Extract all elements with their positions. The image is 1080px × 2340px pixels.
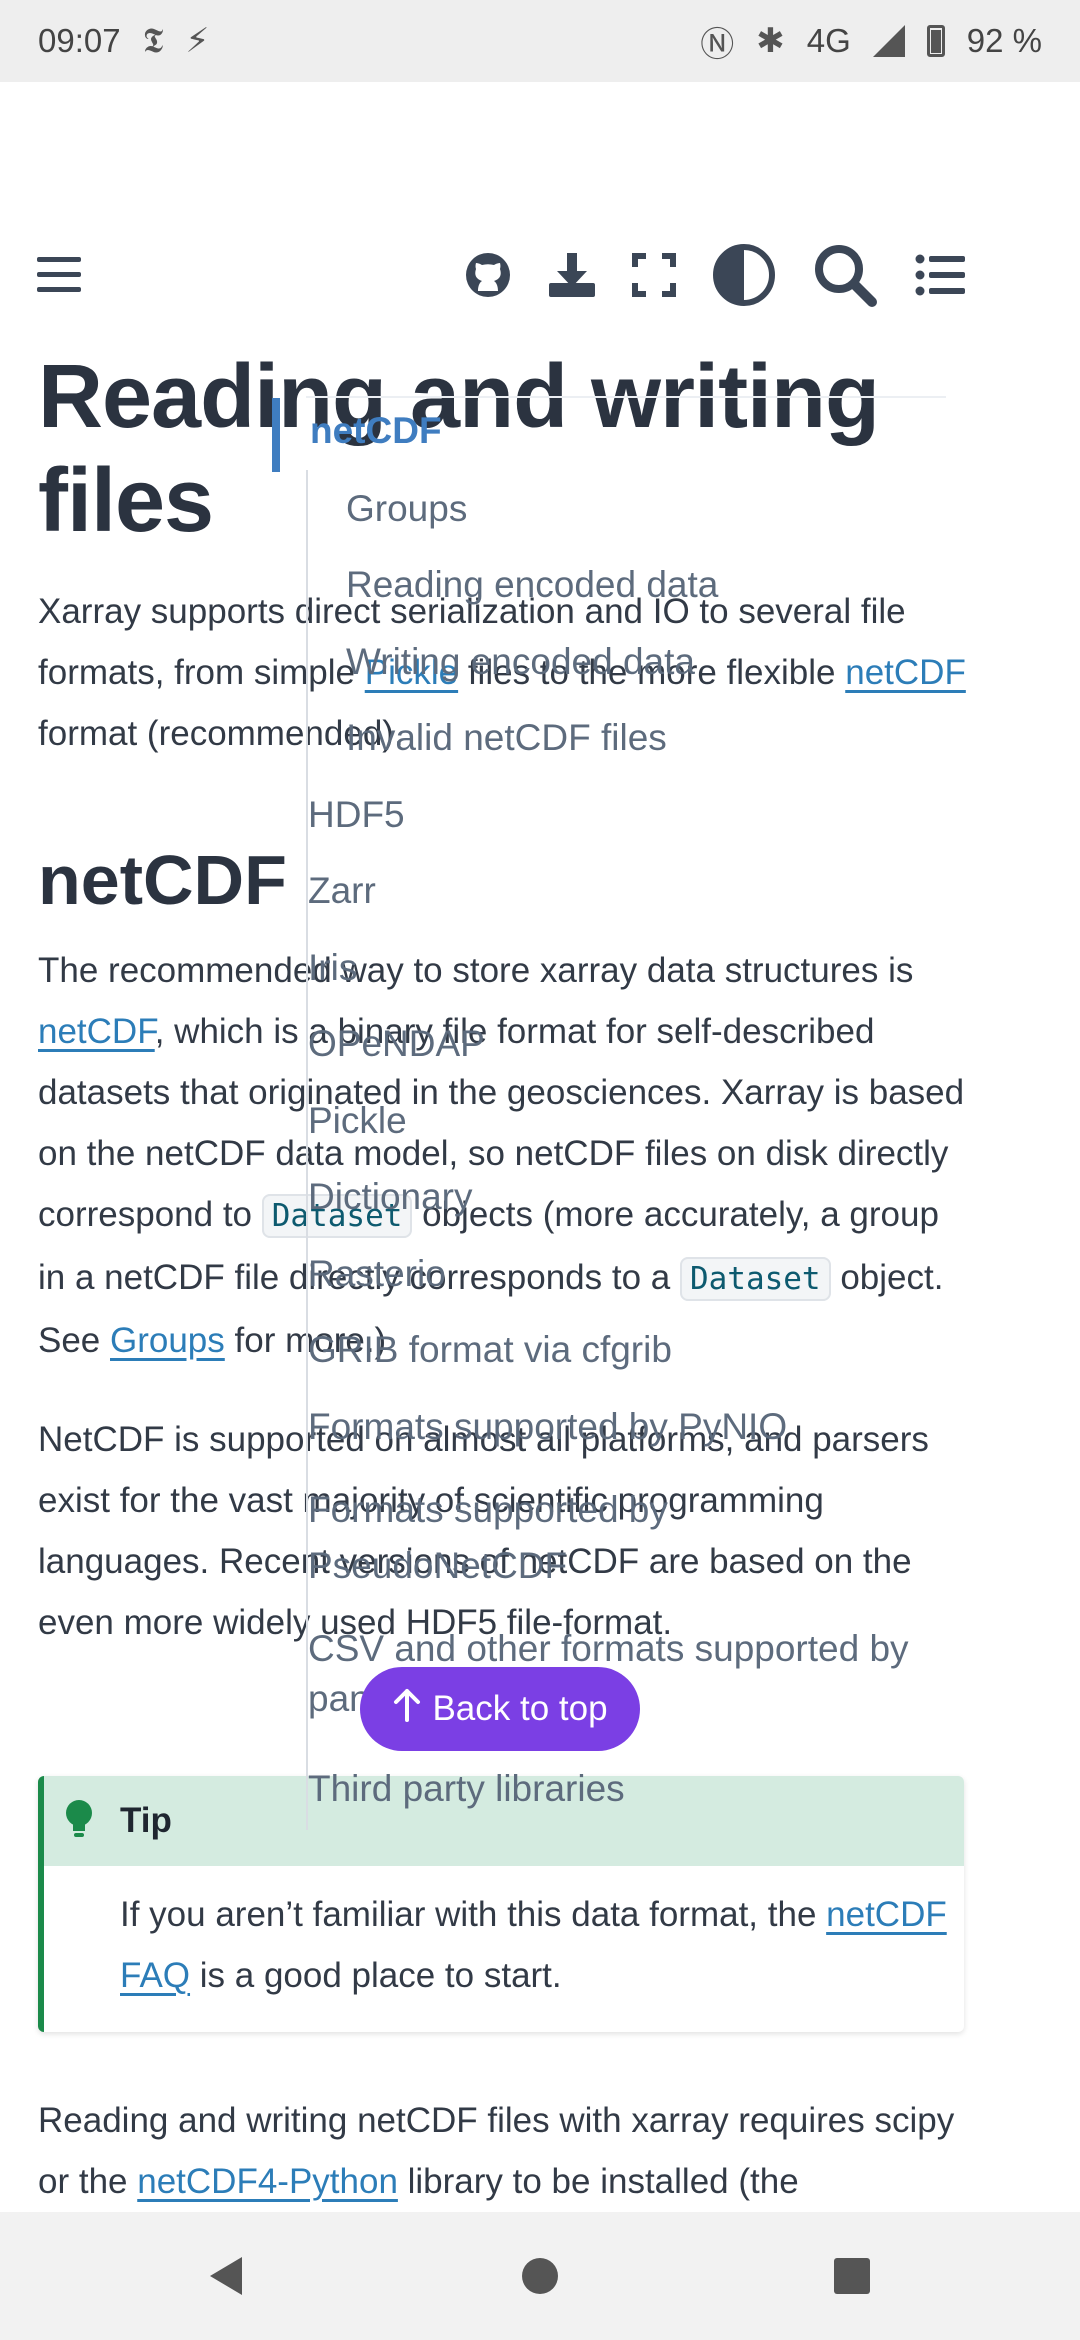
tip-admonition: Tip If you aren’t familiar with this dat…: [38, 1776, 964, 2032]
dataset-code[interactable]: Dataset: [261, 1194, 413, 1238]
section-title-netcdf: netCDF: [38, 841, 287, 919]
netcdf-paragraph-2: NetCDF is supported on almost all platfo…: [38, 1420, 929, 1642]
page-title: Reading and writing files: [38, 347, 880, 551]
netcdf4-python-link[interactable]: netCDF4-Python: [137, 2162, 398, 2201]
github-icon[interactable]: [462, 230, 514, 320]
header-toolbar: [0, 230, 1080, 320]
netcdf-inline-link[interactable]: netCDF: [38, 1012, 155, 1051]
bluetooth-icon: ✱: [756, 22, 785, 60]
menu-icon[interactable]: [34, 230, 84, 320]
groups-link[interactable]: Groups: [110, 1321, 225, 1360]
back-nav-icon[interactable]: [192, 2242, 260, 2310]
intro-paragraph: Xarray supports direct serialization and…: [38, 581, 973, 764]
nytimes-icon: 𝕿: [142, 21, 164, 60]
system-nav-bar: [0, 2212, 1080, 2340]
intro-text-mid: files to the more flexible: [458, 653, 846, 692]
flash-icon: ⚡: [185, 22, 210, 60]
back-to-top-label: Back to top: [432, 1689, 608, 1728]
network-type: 4G: [806, 22, 851, 59]
status-right: Ⓝ ✱ 4G 92 %: [700, 17, 1042, 66]
status-time: 09:07: [38, 22, 121, 59]
para1-text4: for more.): [224, 1321, 387, 1360]
back-to-top-button[interactable]: Back to top: [360, 1667, 640, 1751]
download-icon[interactable]: [544, 230, 600, 320]
netcdf-paragraph-3: Reading and writing netCDF files with xa…: [38, 2090, 978, 2212]
tip-text-pre: If you aren’t familiar with this data fo…: [120, 1895, 827, 1934]
lightbulb-icon: [64, 1799, 94, 1844]
status-bar: 09:07 𝕿 ⚡ Ⓝ ✱ 4G 92 %: [0, 0, 1080, 82]
netcdf-link[interactable]: netCDF: [845, 653, 966, 692]
dataset-code-2[interactable]: Dataset: [679, 1257, 831, 1301]
tip-title: Tip: [120, 1801, 172, 1840]
fullscreen-icon[interactable]: [628, 230, 680, 320]
toc-list-icon[interactable]: [914, 230, 966, 320]
battery-icon: [926, 25, 945, 57]
intro-text-post: format (recommended).: [38, 714, 404, 753]
theme-toggle-icon[interactable]: [710, 230, 778, 320]
status-left: 09:07 𝕿 ⚡: [38, 21, 209, 61]
search-icon[interactable]: [810, 230, 880, 320]
arrow-up-icon: [392, 1688, 422, 1731]
article: Reading and writing files Xarray support…: [38, 345, 973, 1653]
battery-level: 92 %: [966, 22, 1042, 59]
nfc-icon: Ⓝ: [700, 25, 735, 64]
recents-nav-icon[interactable]: [818, 2242, 886, 2310]
home-nav-icon[interactable]: [506, 2242, 574, 2310]
netcdf-paragraph-1: The recommended way to store xarray data…: [38, 940, 973, 1371]
signal-icon: [872, 25, 905, 57]
tip-body: If you aren’t familiar with this data fo…: [44, 1866, 964, 2006]
tip-header: Tip: [44, 1776, 964, 1866]
para3-post: library to be installed (the: [397, 2162, 799, 2201]
tip-text-post: is a good place to start.: [190, 1956, 562, 1995]
pickle-link[interactable]: Pickle: [365, 653, 458, 692]
para1-pre: The recommended way to store xarray data…: [38, 951, 914, 990]
